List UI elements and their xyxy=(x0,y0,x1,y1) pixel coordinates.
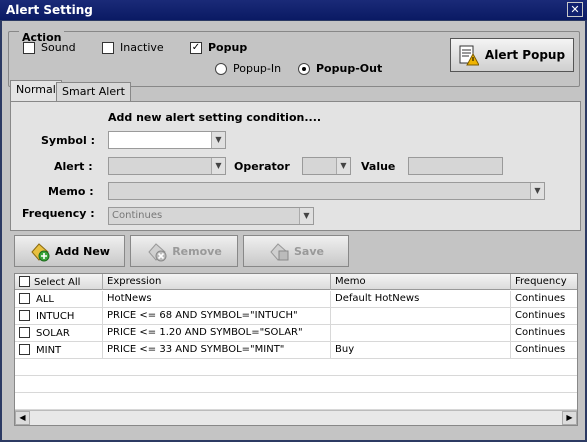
value-label: Value xyxy=(361,160,396,173)
value-input[interactable] xyxy=(408,157,503,175)
popup-out-radio-circle[interactable] xyxy=(298,62,310,75)
close-button[interactable]: ✕ xyxy=(567,2,583,17)
remove-label: Remove xyxy=(172,244,222,258)
row-checkbox[interactable] xyxy=(19,293,30,304)
notepad-warning-icon xyxy=(459,45,479,66)
chevron-down-icon[interactable]: ▼ xyxy=(299,208,313,224)
popup-in-radio[interactable]: Popup-In xyxy=(215,62,281,75)
add-new-label: Add New xyxy=(55,244,110,258)
frequency-combobox[interactable]: Continues ▼ xyxy=(108,207,314,225)
save-icon xyxy=(270,243,289,261)
popup-in-label: Popup-In xyxy=(233,62,282,75)
memo-header[interactable]: Memo xyxy=(331,274,511,290)
table-row[interactable]: MINT PRICE <= 33 AND SYMBOL="MINT" Buy C… xyxy=(15,342,577,359)
inactive-label: Inactive xyxy=(120,41,164,54)
select-all-checkbox[interactable] xyxy=(19,276,30,287)
popup-in-radio-circle[interactable] xyxy=(215,62,227,75)
save-button[interactable]: Save xyxy=(243,235,349,267)
popup-checkbox[interactable]: ✓ Popup xyxy=(190,41,247,54)
chevron-down-icon[interactable]: ▼ xyxy=(211,132,225,148)
add-icon xyxy=(31,243,50,262)
scroll-right-icon[interactable]: ▶ xyxy=(562,411,577,425)
sound-checkbox[interactable]: Sound xyxy=(23,41,76,54)
alert-popup-button[interactable]: Alert Popup xyxy=(450,38,574,72)
sound-label: Sound xyxy=(41,41,76,54)
table-row[interactable]: ALL HotNews Default HotNews Continues xyxy=(15,291,577,308)
memo-combobox[interactable]: ▼ xyxy=(108,182,545,200)
select-all-header[interactable]: Select All xyxy=(15,274,103,290)
remove-icon xyxy=(148,243,167,262)
operator-label: Operator xyxy=(234,160,290,173)
popup-out-label: Popup-Out xyxy=(316,62,383,75)
popup-out-radio[interactable]: Popup-Out xyxy=(298,62,382,75)
form-heading: Add new alert setting condition.... xyxy=(108,111,322,124)
alert-combobox[interactable]: ▼ xyxy=(108,157,226,175)
client-area: Action Sound Inactive ✓ Popup Popup-In P… xyxy=(2,21,585,440)
chevron-down-icon[interactable]: ▼ xyxy=(530,183,544,199)
horizontal-scrollbar[interactable]: ◀ ▶ xyxy=(15,410,577,425)
row-checkbox[interactable] xyxy=(19,310,30,321)
frequency-header[interactable]: Frequency xyxy=(511,274,577,290)
symbol-label: Symbol : xyxy=(41,134,95,147)
symbol-combobox[interactable]: ▼ xyxy=(108,131,226,149)
scroll-left-icon[interactable]: ◀ xyxy=(15,411,30,425)
table-row-empty xyxy=(15,376,577,393)
alert-popup-label: Alert Popup xyxy=(484,48,566,62)
alerts-grid: Select All Expression Memo Frequency ALL… xyxy=(14,273,578,426)
add-new-button[interactable]: Add New xyxy=(14,235,125,267)
row-checkbox[interactable] xyxy=(19,344,30,355)
table-row-empty xyxy=(15,393,577,410)
inactive-checkbox[interactable]: Inactive xyxy=(102,41,164,54)
row-checkbox[interactable] xyxy=(19,327,30,338)
popup-label: Popup xyxy=(208,41,248,54)
operator-combobox[interactable]: ▼ xyxy=(302,157,351,175)
table-row[interactable]: INTUCH PRICE <= 68 AND SYMBOL="INTUCH" C… xyxy=(15,308,577,325)
inactive-checkbox-box[interactable] xyxy=(102,41,114,54)
frequency-label: Frequency : xyxy=(22,207,95,220)
grid-header: Select All Expression Memo Frequency xyxy=(15,274,577,290)
memo-label: Memo : xyxy=(48,185,94,198)
chevron-down-icon[interactable]: ▼ xyxy=(336,158,350,174)
table-row[interactable]: SOLAR PRICE <= 1.20 AND SYMBOL="SOLAR" C… xyxy=(15,325,577,342)
window-title: Alert Setting xyxy=(6,3,93,17)
alert-setting-window: Alert Setting ✕ Action Sound Inactive ✓ … xyxy=(0,0,587,442)
save-label: Save xyxy=(294,244,324,258)
remove-button[interactable]: Remove xyxy=(130,235,238,267)
chevron-down-icon[interactable]: ▼ xyxy=(211,158,225,174)
tab-normal[interactable]: Normal xyxy=(10,80,62,102)
tab-smart-alert[interactable]: Smart Alert xyxy=(56,82,131,101)
expression-header[interactable]: Expression xyxy=(103,274,331,290)
table-row-empty xyxy=(15,359,577,376)
title-bar[interactable]: Alert Setting ✕ xyxy=(0,0,587,20)
popup-checkbox-box[interactable]: ✓ xyxy=(190,41,202,54)
sound-checkbox-box[interactable] xyxy=(23,41,35,54)
normal-tab-panel: Add new alert setting condition.... Symb… xyxy=(10,101,581,231)
frequency-value: Continues xyxy=(112,210,163,221)
alert-label: Alert : xyxy=(54,160,93,173)
